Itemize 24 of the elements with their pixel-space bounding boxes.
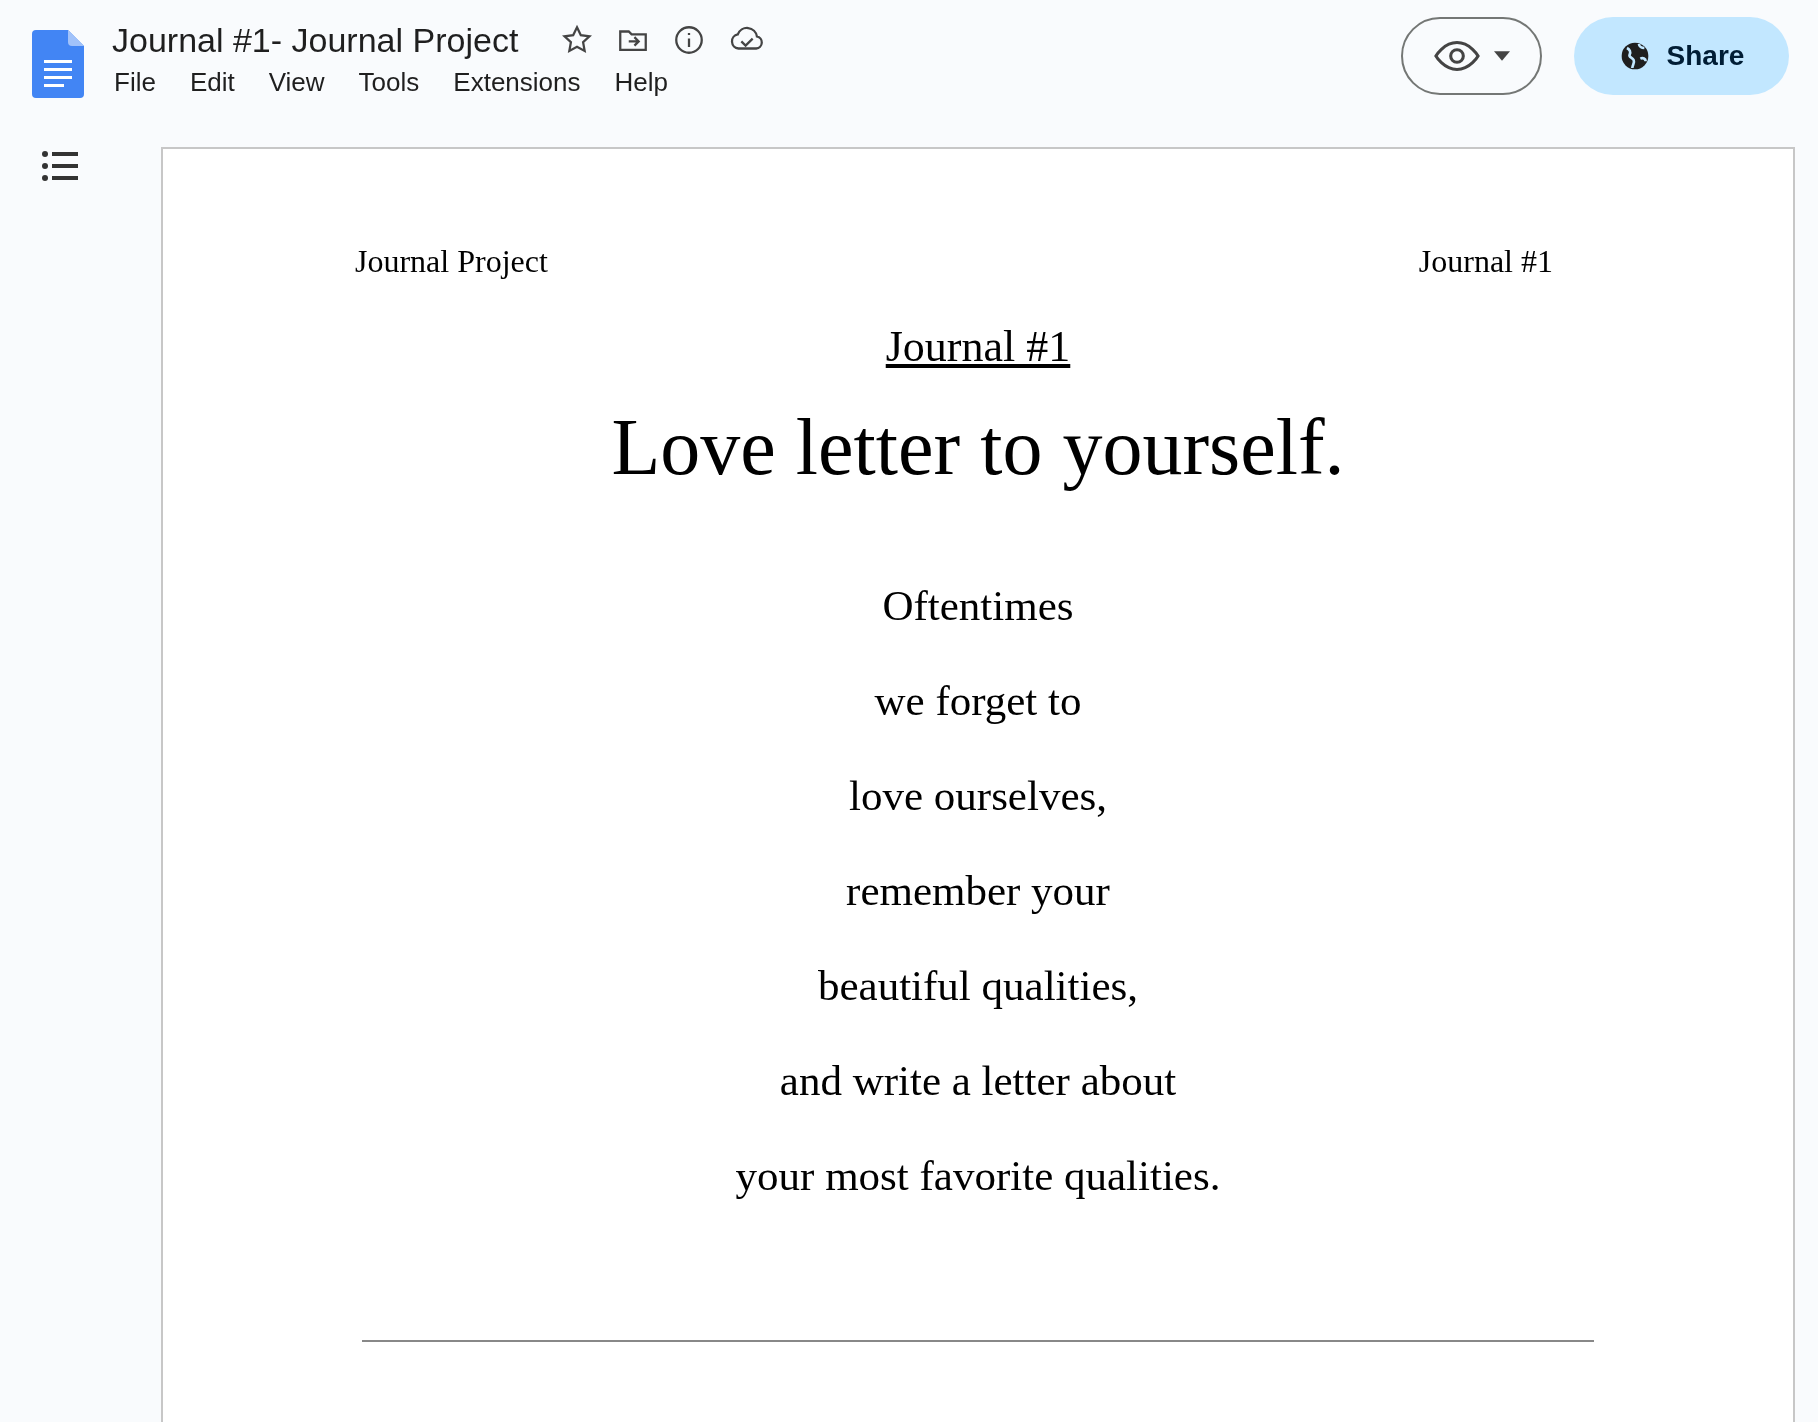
menu-item[interactable]: Tools xyxy=(358,64,420,100)
eye-icon xyxy=(1433,40,1480,72)
poem-line: your most favorite qualities. xyxy=(735,1151,1221,1200)
outline-icon[interactable] xyxy=(42,150,78,182)
menu-item[interactable]: File xyxy=(114,64,156,100)
caret-icon xyxy=(1493,51,1510,61)
menu-item[interactable]: Help xyxy=(614,64,668,100)
poem-line: and write a letter about xyxy=(779,1056,1177,1105)
document-heading: Love letter to yourself. xyxy=(611,402,1345,493)
menu-item[interactable]: View xyxy=(268,64,325,100)
view-mode-button[interactable] xyxy=(1401,17,1542,95)
poem-line: remember your xyxy=(846,866,1110,915)
menu-item[interactable]: Edit xyxy=(189,64,235,100)
document-subtitle: Journal #1 xyxy=(885,321,1071,373)
document-icon[interactable] xyxy=(32,30,84,98)
document-title[interactable]: Journal #1- Journal Project xyxy=(112,18,519,62)
header-text: Journal #1 xyxy=(1418,242,1553,281)
poem-line: we forget to xyxy=(874,676,1082,725)
poem-line: beautiful qualities, xyxy=(818,961,1138,1010)
menu-item[interactable]: Extensions xyxy=(453,64,581,100)
poem-line: Oftentimes xyxy=(882,581,1074,630)
poem-line: love ourselves, xyxy=(849,771,1107,820)
header-text: Journal Project xyxy=(355,242,548,281)
share-button[interactable]: Share xyxy=(1574,17,1789,95)
